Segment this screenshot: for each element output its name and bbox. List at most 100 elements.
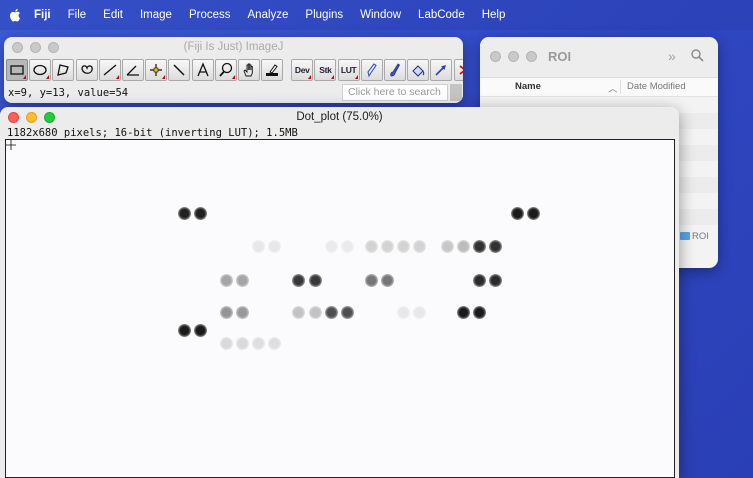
minimize-button[interactable] xyxy=(508,51,519,62)
blot-spot xyxy=(365,240,378,253)
blot-spot xyxy=(292,274,305,287)
text-tool[interactable] xyxy=(191,59,214,81)
image-titlebar[interactable]: Dot_plot (75.0%) xyxy=(0,107,679,127)
menu-plugins[interactable]: Plugins xyxy=(305,9,343,21)
menu-analyze[interactable]: Analyze xyxy=(248,9,289,21)
minimize-button[interactable] xyxy=(30,42,41,53)
arrow-tool[interactable] xyxy=(430,59,453,81)
blot-spot xyxy=(341,306,354,319)
path-label[interactable]: ROI xyxy=(692,231,709,242)
blot-spot xyxy=(220,337,233,350)
column-name[interactable]: Name xyxy=(515,81,541,92)
line-tool[interactable] xyxy=(98,59,121,81)
blot-spot xyxy=(381,240,394,253)
blot-spot xyxy=(441,240,454,253)
menu-file[interactable]: File xyxy=(68,9,87,21)
blot-spot xyxy=(252,337,265,350)
blot-spot xyxy=(397,306,410,319)
menu-window[interactable]: Window xyxy=(360,9,401,21)
tool-row: Dev Stk LUT xyxy=(6,59,463,83)
column-date-modified[interactable]: Date Modified xyxy=(627,81,686,92)
blot-spot xyxy=(220,274,233,287)
freehand-tool[interactable] xyxy=(75,59,98,81)
menu-process[interactable]: Process xyxy=(189,9,231,21)
freehand-icon xyxy=(80,65,93,74)
image-canvas[interactable] xyxy=(5,139,675,478)
blot-spot xyxy=(178,207,191,220)
brush-tool[interactable] xyxy=(384,59,406,81)
bucket-icon xyxy=(412,65,425,77)
close-button[interactable] xyxy=(12,42,23,53)
sort-chevron-icon[interactable]: ︿ xyxy=(608,81,618,95)
more-tools[interactable] xyxy=(453,59,463,81)
minimize-button[interactable] xyxy=(26,112,37,123)
image-info: 1182x680 pixels; 16-bit (inverting LUT);… xyxy=(7,127,298,139)
chevron-right-icon[interactable]: » xyxy=(668,48,676,64)
blot-spot xyxy=(413,240,426,253)
imagej-toolbar-window: (Fiji Is Just) ImageJ Dev Stk LUT x=9, y… xyxy=(4,37,463,103)
flood-fill-tool[interactable] xyxy=(407,59,430,81)
rectangle-tool[interactable] xyxy=(6,59,28,81)
blot-spot xyxy=(397,240,410,253)
blot-spot xyxy=(236,274,249,287)
blot-spot xyxy=(178,324,191,337)
menu-help[interactable]: Help xyxy=(482,9,506,21)
search-input[interactable]: Click here to search xyxy=(342,84,448,101)
zoom-button[interactable] xyxy=(526,51,537,62)
status-row: x=9, y=13, value=54 Click here to search xyxy=(4,83,463,103)
blot-spot xyxy=(341,240,354,253)
wand-icon xyxy=(173,64,185,76)
imagej-titlebar[interactable]: (Fiji Is Just) ImageJ xyxy=(4,37,463,57)
image-title: Dot_plot (75.0%) xyxy=(296,111,383,123)
stk-label: Stk xyxy=(319,65,332,75)
menu-edit[interactable]: Edit xyxy=(103,9,123,21)
blot-spot xyxy=(527,207,540,220)
menu-labcode[interactable]: LabCode xyxy=(418,9,465,21)
finder-title: ROI xyxy=(548,49,572,64)
blot-spot xyxy=(268,240,281,253)
blot-spot xyxy=(473,306,486,319)
lut-tool[interactable]: LUT xyxy=(337,59,360,81)
finder-titlebar[interactable]: ROI » xyxy=(480,37,718,78)
column-header: Name ︿ Date Modified xyxy=(480,78,718,97)
polygon-tool[interactable] xyxy=(52,59,75,81)
double-chevron-icon xyxy=(459,65,463,75)
scrollbar[interactable] xyxy=(450,84,462,101)
close-button[interactable] xyxy=(8,112,19,123)
stk-tool[interactable]: Stk xyxy=(314,59,337,81)
blot-spot xyxy=(292,306,305,319)
polygon-icon xyxy=(57,64,70,76)
zoom-button[interactable] xyxy=(48,42,59,53)
blot-spot xyxy=(457,306,470,319)
menu-fiji[interactable]: Fiji xyxy=(34,9,51,21)
blot-spot xyxy=(325,240,338,253)
angle-tool[interactable] xyxy=(121,59,144,81)
blot-spot xyxy=(194,324,207,337)
scroll-tool[interactable] xyxy=(237,59,260,81)
menu-bar: Fiji File Edit Image Process Analyze Plu… xyxy=(0,0,753,30)
color-picker-tool[interactable] xyxy=(261,59,284,81)
image-window: Dot_plot (75.0%) 1182x680 pixels; 16-bit… xyxy=(0,107,679,478)
dev-tool[interactable]: Dev xyxy=(291,59,314,81)
search-icon[interactable] xyxy=(690,48,704,62)
brush-icon xyxy=(390,63,401,77)
apple-icon[interactable] xyxy=(9,8,21,22)
hand-icon xyxy=(243,63,253,77)
blot-spot xyxy=(511,207,524,220)
zoom-button[interactable] xyxy=(44,112,55,123)
blot-spot xyxy=(220,306,233,319)
blot-spot xyxy=(309,306,322,319)
pencil-tool[interactable] xyxy=(360,59,383,81)
wand-tool[interactable] xyxy=(168,59,191,81)
blot-spot xyxy=(194,207,207,220)
blot-spot xyxy=(236,306,249,319)
magnifier-tool[interactable] xyxy=(214,59,237,81)
blot-spot xyxy=(309,274,322,287)
blot-spot xyxy=(252,240,265,253)
menu-image[interactable]: Image xyxy=(140,9,172,21)
point-tool[interactable] xyxy=(145,59,168,81)
close-button[interactable] xyxy=(490,51,501,62)
oval-tool[interactable] xyxy=(29,59,52,81)
blot-spot xyxy=(473,274,486,287)
blot-spot xyxy=(268,337,281,350)
